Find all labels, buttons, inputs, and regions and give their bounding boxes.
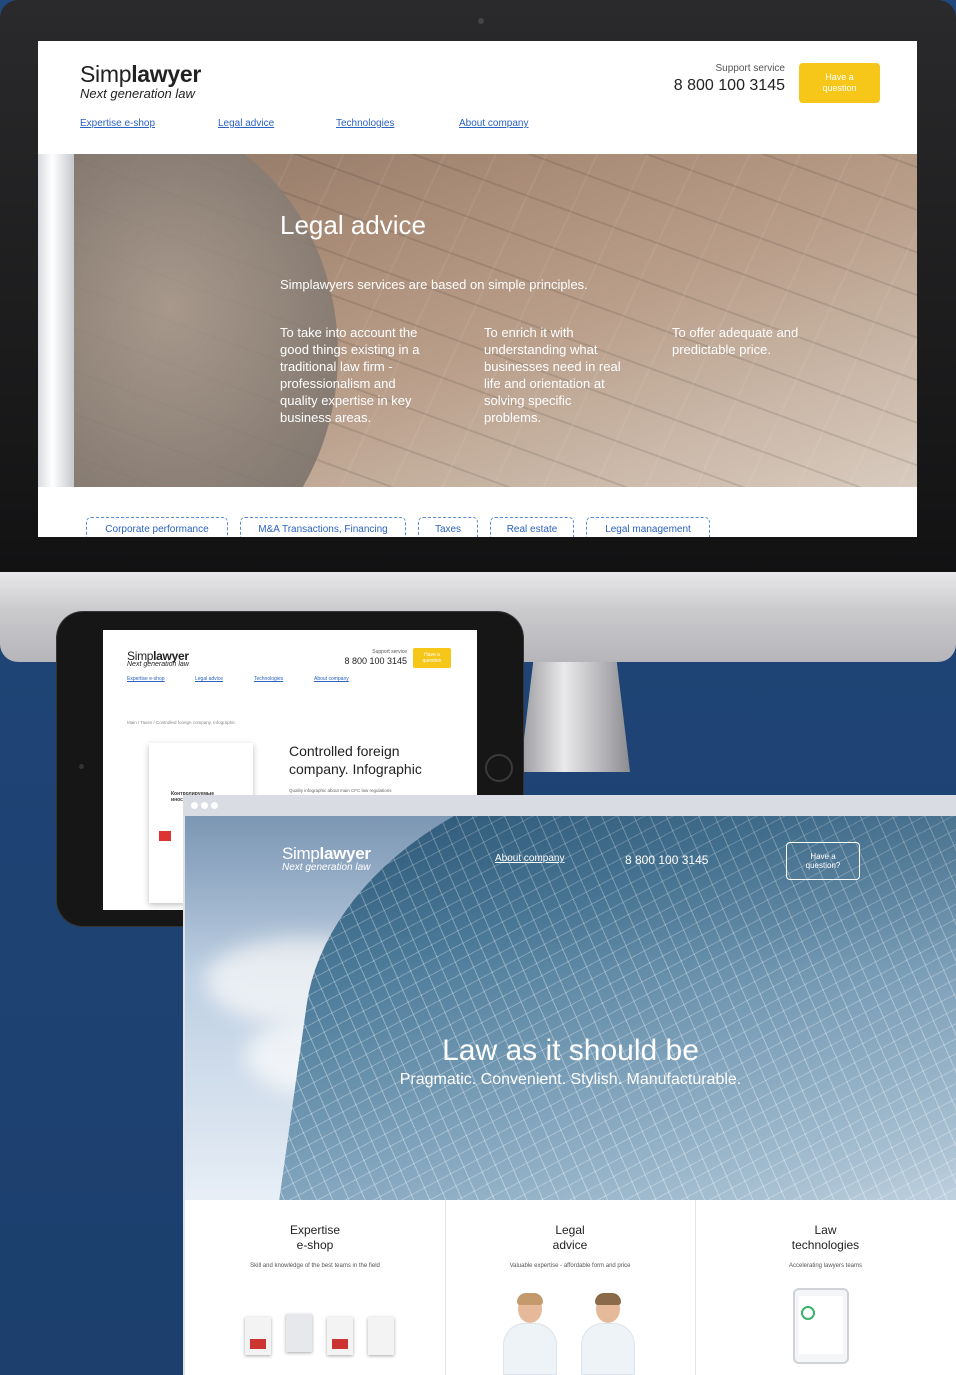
header-phone[interactable]: 8 800 100 3145 — [625, 853, 708, 867]
tab-ma-transactions[interactable]: M&A Transactions, Financing — [240, 517, 406, 537]
tab-taxes[interactable]: Taxes — [418, 517, 478, 537]
support-block: Support service 8 800 100 3145 — [670, 63, 785, 95]
tablet-logo[interactable]: Simplawyer Next generation law — [127, 649, 189, 668]
window-dot-icon[interactable] — [191, 802, 198, 809]
lawyer-photo — [503, 1293, 557, 1375]
have-question-button[interactable]: Have a question — [799, 63, 880, 103]
tablet-nav-about[interactable]: About company — [314, 676, 349, 682]
nav-legal-advice[interactable]: Legal advice — [218, 118, 274, 129]
page-title: Controlled foreign company. Infographic — [289, 743, 422, 777]
desktop-logo[interactable]: Simplawyer Next generation law — [80, 61, 201, 101]
nav-technologies[interactable]: Technologies — [336, 118, 394, 129]
principle-3: To offer adequate and predictable price. — [672, 325, 799, 357]
card-expertise-eshop[interactable]: Expertise e-shop Skill and knowledge of … — [185, 1200, 446, 1375]
tab-real-estate[interactable]: Real estate — [490, 517, 574, 537]
tagline: Next generation law — [80, 86, 195, 101]
tablet-support: Support service 8 800 100 3145 — [333, 649, 407, 666]
cover-mark — [159, 831, 171, 841]
browser-logo[interactable]: Simplawyer Next generation law — [282, 844, 371, 873]
tablet-phone[interactable]: 8 800 100 3145 — [333, 656, 407, 666]
building-pillar — [38, 154, 74, 487]
have-question-button[interactable]: Have a question? — [786, 842, 860, 880]
card-title: Legal advice — [552, 1223, 588, 1252]
practice-tabs: Corporate performance M&A Transactions, … — [38, 517, 917, 537]
book-thumb[interactable] — [286, 1314, 312, 1352]
card-desc: Valuable expertise - affordable form and… — [509, 1263, 631, 1269]
breadcrumb[interactable]: Main / Taxes / Controlled foreign compan… — [127, 720, 235, 725]
tablet-nav-tech[interactable]: Technologies — [254, 676, 283, 682]
tablet-photo — [793, 1288, 849, 1364]
tab-corporate-performance[interactable]: Corporate performance — [86, 517, 228, 537]
page-description: Quality infographic about main CFC law r… — [289, 788, 392, 793]
nav-expertise-eshop[interactable]: Expertise e-shop — [80, 118, 155, 129]
tablet-nav-legal[interactable]: Legal advice — [195, 676, 223, 682]
card-desc: Skill and knowledge of the best teams in… — [250, 1263, 380, 1269]
subheadline: Pragmatic. Convenient. Stylish. Manufact… — [399, 1071, 742, 1088]
card-title: Law technologies — [791, 1223, 860, 1252]
desktop-page: Simplawyer Next generation law Support s… — [38, 41, 917, 537]
service-cards: Expertise e-shop Skill and knowledge of … — [185, 1200, 956, 1375]
tab-legal-management[interactable]: Legal management — [586, 517, 710, 537]
card-desc: Accelerating lawyers teams — [788, 1263, 863, 1269]
nav-about-company[interactable]: About company — [495, 853, 565, 864]
support-label: Support service — [715, 63, 785, 74]
browser-window: Simplawyer Next generation law About com… — [183, 795, 956, 1375]
nav-about-company[interactable]: About company — [459, 118, 529, 129]
headline: Law as it should be — [442, 1034, 699, 1067]
principle-2: To enrich it with understanding what bus… — [484, 325, 621, 425]
camera-icon — [478, 18, 484, 24]
home-hero: Simplawyer Next generation law About com… — [185, 816, 956, 1200]
principle-1: To take into account the good things exi… — [280, 325, 420, 425]
window-dot-icon[interactable] — [211, 802, 218, 809]
browser-titlebar — [183, 795, 956, 816]
card-law-technologies[interactable]: Law technologies Accelerating lawyers te… — [695, 1200, 956, 1375]
building-curve — [38, 154, 338, 487]
tablet-nav-expertise[interactable]: Expertise e-shop — [127, 676, 165, 682]
lawyer-photo — [581, 1293, 635, 1375]
support-phone[interactable]: 8 800 100 3145 — [670, 77, 785, 95]
hero-title: Legal advice — [280, 210, 426, 240]
camera-icon — [79, 764, 84, 769]
card-legal-advice[interactable]: Legal advice Valuable expertise - afford… — [445, 1200, 696, 1375]
card-title: Expertise e-shop — [289, 1223, 341, 1252]
book-thumb[interactable] — [327, 1317, 353, 1355]
imac-stand — [520, 662, 630, 772]
book-thumb[interactable] — [368, 1317, 394, 1355]
home-button-icon — [485, 754, 513, 782]
book-thumb[interactable] — [245, 1317, 271, 1355]
tablet-have-question-button[interactable]: Have a question — [413, 648, 451, 668]
window-dot-icon[interactable] — [201, 802, 208, 809]
legal-advice-hero: Legal advice Simplawyers services are ba… — [38, 154, 917, 487]
hero-subtitle: Simplawyers services are based on simple… — [280, 277, 588, 292]
